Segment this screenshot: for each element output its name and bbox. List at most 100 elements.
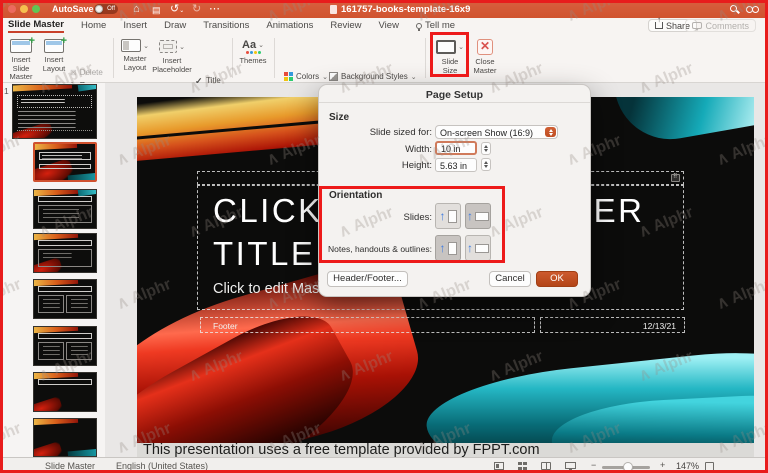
ribbon-divider <box>274 38 275 78</box>
slide-thumbnail-panel: 1 <box>0 83 105 457</box>
height-label: Height: <box>401 160 432 171</box>
footer-placeholder[interactable]: Footer <box>200 317 535 333</box>
up-arrow-icon: ↑ <box>439 209 446 223</box>
save-icon[interactable]: ▤ <box>152 4 161 16</box>
tab-view[interactable]: View <box>379 20 399 31</box>
dropdown-stepper-icon[interactable] <box>545 127 556 137</box>
close-master-button[interactable]: ✕ Close Master <box>468 37 502 75</box>
teal-wave-graphic <box>615 97 754 149</box>
close-master-icon: ✕ <box>477 39 493 55</box>
minimize-window-button[interactable] <box>20 5 28 13</box>
height-input[interactable]: 5.63 in <box>435 158 477 172</box>
zoom-out-button[interactable]: − <box>591 460 596 470</box>
redo-icon[interactable]: ↻ <box>192 3 201 15</box>
orientation-section-label: Orientation <box>329 190 383 201</box>
autosave-toggle[interactable]: Off <box>94 4 118 14</box>
master-layout-icon <box>121 39 142 52</box>
master-layout-button[interactable]: ⌄ Master Layout <box>118 37 152 72</box>
date-text: 12/13/21 <box>642 321 676 331</box>
colors-button[interactable]: Colors ⌄ <box>284 72 328 81</box>
title-bar: AutoSave Off ⌂ ▤ ↺⌄ ↻ ⋯ 161757-books-tem… <box>0 0 768 18</box>
thumbnail-layout-title-only[interactable] <box>33 372 97 412</box>
tab-animations[interactable]: Animations <box>266 20 313 31</box>
undo-icon[interactable]: ↺⌄ <box>170 3 184 17</box>
up-arrow-icon: ↑ <box>467 241 473 255</box>
insert-placeholder-button[interactable]: ⌄ Insert Placeholder <box>152 37 192 74</box>
ribbon-divider <box>113 38 114 78</box>
thumbnail-layout-comparison[interactable] <box>33 326 97 366</box>
slideshow-view-icon[interactable] <box>565 462 576 471</box>
footer-text: Footer <box>213 321 238 331</box>
close-window-button[interactable] <box>8 5 16 13</box>
slides-landscape-button[interactable]: ↑ <box>465 203 491 229</box>
language-status-label[interactable]: English (United States) <box>116 461 208 471</box>
up-arrow-icon: ↑ <box>467 209 473 223</box>
width-label: Width: <box>405 144 432 155</box>
cancel-button[interactable]: Cancel <box>489 271 531 287</box>
slide-sized-for-label: Slide sized for: <box>369 127 432 138</box>
document-icon <box>330 5 337 14</box>
insert-layout-icon: + <box>44 35 67 53</box>
background-styles-button[interactable]: Background Styles ⌄ <box>329 72 417 81</box>
presence-icon[interactable] <box>746 6 760 14</box>
width-stepper[interactable] <box>481 142 491 155</box>
landscape-page-icon <box>475 211 489 221</box>
search-icon[interactable] <box>730 5 737 12</box>
home-icon[interactable]: ⌂ <box>133 3 140 15</box>
insert-layout-button[interactable]: + Insert Layout <box>39 35 69 73</box>
size-section-label: Size <box>329 112 350 123</box>
tab-draw[interactable]: Draw <box>164 20 186 31</box>
width-input[interactable]: 10 in <box>435 141 477 155</box>
date-placeholder[interactable]: 12/13/21 <box>540 317 685 333</box>
ok-button[interactable]: OK <box>536 271 578 287</box>
tab-transitions[interactable]: Transitions <box>203 20 249 31</box>
notes-orientation-label: Notes, handouts & outlines: <box>328 244 432 254</box>
reading-view-icon[interactable] <box>541 462 551 470</box>
slides-orientation-label: Slides: <box>403 212 432 223</box>
fit-to-window-icon[interactable] <box>705 462 714 471</box>
insert-slide-master-button[interactable]: + Insert Slide Master <box>3 35 39 82</box>
height-stepper[interactable] <box>481 158 491 171</box>
thumbnail-layout-title-content[interactable] <box>33 189 97 229</box>
header-footer-button[interactable]: Header/Footer... <box>327 271 408 287</box>
dialog-title: Page Setup <box>425 89 484 101</box>
zoom-slider-knob[interactable] <box>623 461 633 472</box>
zoom-level-label[interactable]: 147% <box>676 461 699 471</box>
themes-button[interactable]: Aa ⌄ Themes <box>236 37 270 66</box>
slide-size-button[interactable]: ⌄ Slide Size <box>432 37 468 75</box>
tab-slide-master[interactable]: Slide Master <box>8 19 64 33</box>
thumbnail-layout-two-content[interactable] <box>33 279 97 319</box>
more-commands-icon[interactable]: ⋯ <box>209 3 220 15</box>
zoom-in-button[interactable]: + <box>660 460 665 470</box>
notes-landscape-button[interactable]: ↑ <box>465 235 491 261</box>
zoom-window-button[interactable] <box>32 5 40 13</box>
tab-insert[interactable]: Insert <box>123 20 147 31</box>
autosave-label: AutoSave <box>52 4 94 14</box>
lightbulb-icon <box>415 22 422 31</box>
thumbnail-layout-section[interactable] <box>33 233 97 273</box>
view-status-label[interactable]: Slide Master <box>45 461 95 471</box>
page-setup-dialog: Page Setup Size Slide sized for: On-scre… <box>318 84 591 297</box>
thumbnail-layout-blank[interactable] <box>33 418 97 457</box>
slide-sized-for-dropdown[interactable]: On-screen Show (16:9) <box>435 125 558 139</box>
delete-button[interactable]: ⊠ Delete <box>70 68 103 77</box>
portrait-page-icon <box>447 241 457 255</box>
up-arrow-icon: ↑ <box>439 241 446 255</box>
background-styles-icon <box>329 72 338 81</box>
powerpoint-window: AutoSave Off ⌂ ▤ ↺⌄ ↻ ⋯ 161757-books-tem… <box>0 0 768 473</box>
colors-icon <box>284 72 293 81</box>
insert-placeholder-icon <box>159 40 178 53</box>
thumbnail-layout-title-slide[interactable] <box>33 142 97 182</box>
notes-portrait-button[interactable]: ↑ <box>435 235 461 261</box>
tab-tell-me[interactable]: Tell me <box>415 20 455 31</box>
placeholder-options-icon[interactable] <box>671 173 680 182</box>
comments-button[interactable]: Comments <box>685 19 756 32</box>
slides-portrait-button[interactable]: ↑ <box>435 203 461 229</box>
slide-sorter-view-icon[interactable] <box>518 462 527 470</box>
tab-review[interactable]: Review <box>330 20 361 31</box>
ribbon-divider <box>232 38 233 78</box>
tab-home[interactable]: Home <box>81 20 106 31</box>
normal-view-icon[interactable] <box>494 462 504 470</box>
ribbon: + Insert Slide Master + Insert Layout ⊠ D… <box>0 33 768 103</box>
thumbnail-master-slide[interactable] <box>12 84 97 139</box>
